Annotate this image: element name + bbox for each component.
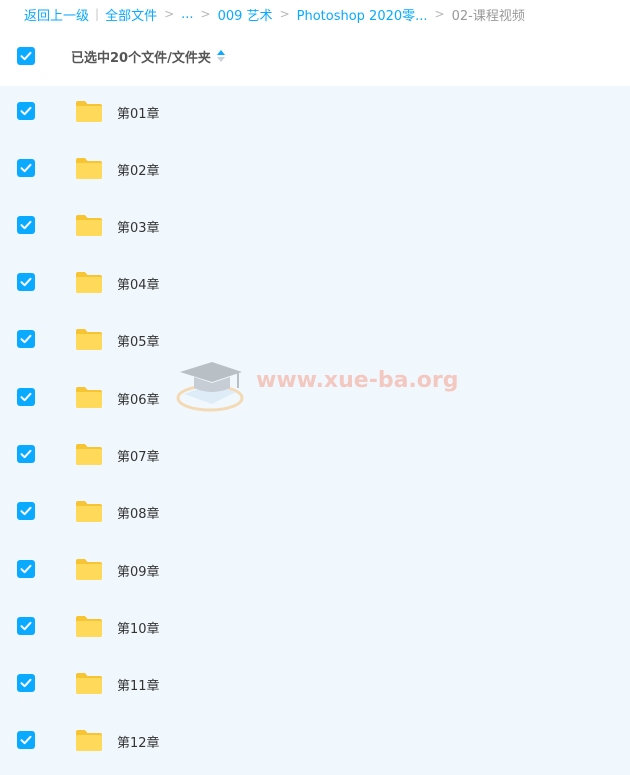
file-row[interactable]: 第11章 [0,666,630,706]
folder-icon[interactable] [75,671,103,695]
folder-icon[interactable] [75,327,103,351]
breadcrumb-divider: | [95,7,100,21]
checkmark-icon [20,564,32,574]
folder-icon[interactable] [75,614,103,638]
file-row[interactable]: 第05章 [0,322,630,362]
file-checkbox[interactable] [17,216,35,234]
checkmark-icon [20,621,32,631]
checkmark-icon [20,277,32,287]
folder-icon[interactable] [75,557,103,581]
checkmark-icon [20,506,32,516]
checkmark-icon [20,334,32,344]
breadcrumb-ellipsis[interactable]: ... [181,7,193,22]
file-checkbox[interactable] [17,617,35,635]
checkmark-icon [20,163,32,173]
checkmark-icon [20,106,32,116]
file-checkbox[interactable] [17,388,35,406]
file-checkbox[interactable] [17,273,35,291]
folder-icon[interactable] [75,99,103,123]
breadcrumb-separator-icon: > [279,7,290,21]
file-row[interactable]: 第12章 [0,723,630,763]
file-row[interactable]: 第08章 [0,494,630,534]
file-row[interactable]: 第10章 [0,609,630,649]
file-name[interactable]: 第06章 [117,389,160,408]
folder-icon[interactable] [75,156,103,180]
folder-icon[interactable] [75,442,103,466]
file-name[interactable]: 第05章 [117,331,160,350]
watermark-text: www.xue-ba.org [256,368,459,393]
checkmark-icon [20,449,32,459]
breadcrumb: 返回上一级 | 全部文件 > ... > 009 艺术 > Photoshop … [24,4,525,24]
file-checkbox[interactable] [17,330,35,348]
sort-icon[interactable] [216,50,225,62]
file-checkbox[interactable] [17,560,35,578]
watermark: www.xue-ba.org [172,358,462,418]
folder-icon[interactable] [75,728,103,752]
file-row[interactable]: 第03章 [0,208,630,248]
file-name[interactable]: 第09章 [117,561,160,580]
graduation-cap-icon [176,362,244,412]
breadcrumb-separator-icon: > [164,7,175,21]
back-link[interactable]: 返回上一级 [24,5,89,24]
breadcrumb-photoshop[interactable]: Photoshop 2020零... [297,5,428,24]
file-name[interactable]: 第11章 [117,675,160,694]
folder-icon[interactable] [75,499,103,523]
list-header: 已选中20个文件/文件夹 [0,40,630,72]
file-checkbox[interactable] [17,674,35,692]
select-all-checkbox[interactable] [17,47,35,65]
selection-count-label: 已选中20个文件/文件夹 [71,50,211,66]
breadcrumb-separator-icon: > [200,7,211,21]
breadcrumb-all-files[interactable]: 全部文件 [105,5,157,24]
file-name[interactable]: 第08章 [117,503,160,522]
file-row[interactable]: 第02章 [0,151,630,191]
file-name[interactable]: 第04章 [117,274,160,293]
checkmark-icon [20,51,32,61]
file-row[interactable]: 第04章 [0,265,630,305]
checkmark-icon [20,392,32,402]
file-list: 第01章第02章第03章第04章第05章第06章第07章第08章第09章第10章… [0,86,630,775]
file-checkbox[interactable] [17,159,35,177]
file-name[interactable]: 第12章 [117,732,160,751]
breadcrumb-current: 02-课程视频 [451,8,525,24]
folder-icon[interactable] [75,385,103,409]
file-row[interactable]: 第09章 [0,552,630,592]
file-checkbox[interactable] [17,731,35,749]
folder-icon[interactable] [75,270,103,294]
file-checkbox[interactable] [17,502,35,520]
breadcrumb-separator-icon: > [434,7,445,21]
checkmark-icon [20,220,32,230]
file-row[interactable]: 第07章 [0,437,630,477]
folder-icon[interactable] [75,213,103,237]
file-row[interactable]: 第01章 [0,94,630,134]
file-name[interactable]: 第03章 [117,217,160,236]
checkmark-icon [20,678,32,688]
file-checkbox[interactable] [17,445,35,463]
file-checkbox[interactable] [17,102,35,120]
file-name[interactable]: 第02章 [117,160,160,179]
breadcrumb-art[interactable]: 009 艺术 [218,5,273,24]
file-name[interactable]: 第10章 [117,618,160,637]
file-name[interactable]: 第01章 [117,103,160,122]
file-name[interactable]: 第07章 [117,446,160,465]
checkmark-icon [20,735,32,745]
